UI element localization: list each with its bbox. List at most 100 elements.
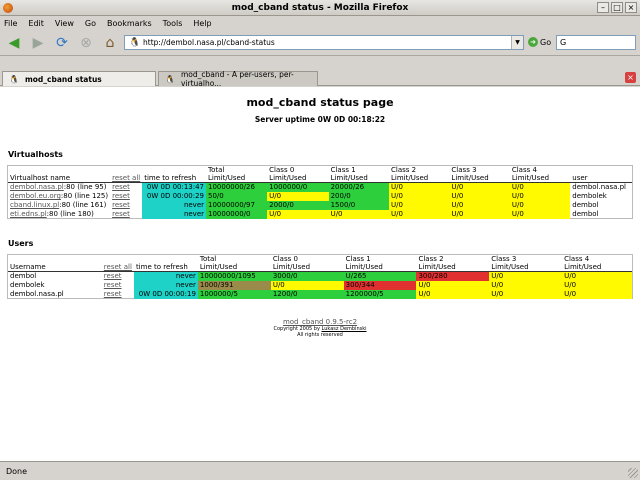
search-input[interactable]: G bbox=[556, 35, 636, 50]
class0-cell: 1000000/0 bbox=[267, 182, 329, 192]
col-header-virtualhost: Virtualhost name bbox=[8, 166, 111, 183]
home-icon[interactable]: ⌂ bbox=[100, 33, 120, 53]
reload-icon[interactable]: ⟳ bbox=[52, 33, 72, 53]
page-title: mod_cband status page bbox=[246, 96, 394, 109]
class0-cell: U/0 bbox=[267, 210, 329, 219]
virtualhosts-table: Virtualhost name reset all time to refre… bbox=[8, 166, 632, 219]
class3-cell: U/0 bbox=[489, 271, 563, 281]
virtualhost-link[interactable]: eti.edns.pl bbox=[10, 210, 47, 218]
class1-cell: U/265 bbox=[343, 271, 417, 281]
class4-cell: U/0 bbox=[509, 182, 571, 192]
maximize-button[interactable]: □ bbox=[611, 2, 623, 13]
col-header-total: Total Limit/Used bbox=[197, 255, 271, 272]
server-uptime: Server uptime 0W 0D 00:18:22 bbox=[254, 115, 386, 124]
class3-cell: U/0 bbox=[449, 201, 510, 210]
table-header: Username reset all time to refresh Total… bbox=[8, 255, 632, 272]
forward-arrow-icon[interactable]: ▶ bbox=[28, 33, 48, 53]
minimize-button[interactable]: – bbox=[597, 2, 609, 13]
class0-cell: 2000/0 bbox=[267, 201, 329, 210]
class0-cell: 3000/0 bbox=[270, 271, 344, 281]
reset-link[interactable]: reset bbox=[112, 201, 130, 209]
menu-go[interactable]: Go bbox=[85, 19, 96, 28]
class1-cell: 300/344 bbox=[343, 281, 417, 290]
menu-view[interactable]: View bbox=[55, 19, 74, 28]
username-cell: dembolek bbox=[10, 281, 45, 289]
total-cell: 10000000/1095 bbox=[197, 271, 271, 281]
reset-all-link[interactable]: reset all bbox=[112, 174, 140, 182]
class0-cell: U/0 bbox=[267, 192, 329, 201]
tab-cband-status[interactable]: 🐧 mod_cband status bbox=[2, 71, 156, 86]
total-cell: 10000000/26 bbox=[206, 182, 268, 192]
reset-link[interactable]: reset bbox=[104, 272, 122, 280]
refresh-time: never bbox=[133, 271, 198, 281]
menu-edit[interactable]: Edit bbox=[28, 19, 44, 28]
col-header-class4: Class 4 Limit/Used bbox=[509, 166, 571, 183]
mod-cband-link[interactable]: mod_cband 0.9.5-rc2 bbox=[283, 318, 357, 326]
col-header-class0: Class 0 Limit/Used bbox=[267, 166, 329, 183]
reset-link[interactable]: reset bbox=[112, 192, 130, 200]
col-header-total: Total Limit/Used bbox=[206, 166, 268, 183]
total-cell: 10000000/0 bbox=[206, 210, 268, 219]
col-header-class1: Class 1 Limit/Used bbox=[343, 255, 417, 272]
menu-bar: File Edit View Go Bookmarks Tools Help bbox=[0, 16, 640, 30]
resize-grip-icon[interactable] bbox=[628, 468, 638, 478]
menu-tools[interactable]: Tools bbox=[163, 19, 183, 28]
status-bar: Done bbox=[0, 462, 640, 480]
class4-cell: U/0 bbox=[509, 210, 571, 219]
reset-link[interactable]: reset bbox=[104, 290, 122, 298]
stop-icon[interactable]: ⊗ bbox=[76, 33, 96, 53]
menu-file[interactable]: File bbox=[4, 19, 17, 28]
col-header-class2: Class 2 Limit/Used bbox=[389, 166, 450, 183]
col-header-user: user bbox=[570, 166, 632, 183]
class2-cell: U/0 bbox=[389, 210, 450, 219]
table-row: eti.edns.pl:80 (line 180) reset never 10… bbox=[8, 210, 632, 219]
col-header-class0: Class 0 Limit/Used bbox=[270, 255, 344, 272]
go-button[interactable]: ➜ Go bbox=[528, 37, 551, 47]
table-row: dembol.eu.org:80 (line 125) reset 0W 0D … bbox=[8, 192, 632, 201]
col-header-class3: Class 3 Limit/Used bbox=[449, 166, 510, 183]
url-dropdown-icon[interactable]: ▼ bbox=[511, 36, 523, 49]
window-title: mod_cband status - Mozilla Firefox bbox=[231, 2, 409, 13]
users-heading: Users bbox=[8, 239, 34, 248]
class1-cell: 1500/0 bbox=[328, 201, 389, 210]
virtualhost-link[interactable]: dembol.nasa.pl bbox=[10, 183, 64, 191]
refresh-time: never bbox=[142, 210, 207, 219]
class3-cell: U/0 bbox=[449, 210, 510, 219]
class4-cell: U/0 bbox=[562, 271, 632, 281]
class4-cell: U/0 bbox=[509, 201, 571, 210]
user-cell: dembolek bbox=[572, 192, 607, 200]
col-header-refresh: time to refresh bbox=[142, 166, 207, 183]
url-bar[interactable]: 🐧 http://dembol.nasa.pl/cband-status ▼ bbox=[124, 35, 524, 50]
col-header-class4: Class 4 Limit/Used bbox=[562, 255, 632, 272]
virtualhost-link[interactable]: cband.linux.pl bbox=[10, 201, 59, 209]
url-text[interactable]: http://dembol.nasa.pl/cband-status bbox=[143, 38, 275, 47]
close-tab-icon[interactable]: × bbox=[625, 72, 636, 83]
refresh-time: never bbox=[142, 201, 207, 210]
reset-link[interactable]: reset bbox=[112, 183, 130, 191]
class2-cell: U/0 bbox=[389, 201, 450, 210]
page-content: mod_cband status page Server uptime 0W 0… bbox=[0, 87, 640, 462]
class2-cell: U/0 bbox=[389, 192, 450, 201]
virtualhost-link[interactable]: dembol.eu.org bbox=[10, 192, 61, 200]
user-cell: dembol bbox=[572, 210, 599, 218]
user-cell: dembol.nasa.pl bbox=[572, 183, 627, 191]
menu-bookmarks[interactable]: Bookmarks bbox=[107, 19, 152, 28]
close-window-button[interactable]: × bbox=[625, 2, 637, 13]
class3-cell: U/0 bbox=[489, 290, 563, 299]
navigation-toolbar: ◀ ▶ ⟳ ⊗ ⌂ 🐧 http://dembol.nasa.pl/cband-… bbox=[0, 30, 640, 56]
reset-all-link[interactable]: reset all bbox=[104, 263, 132, 271]
menu-help[interactable]: Help bbox=[193, 19, 211, 28]
user-cell: dembol bbox=[572, 201, 599, 209]
class2-cell: U/0 bbox=[416, 281, 490, 290]
col-header-class2: Class 2 Limit/Used bbox=[416, 255, 490, 272]
class3-cell: U/0 bbox=[449, 182, 510, 192]
reset-link[interactable]: reset bbox=[112, 210, 130, 218]
total-cell: 50/0 bbox=[206, 192, 268, 201]
table-header: Virtualhost name reset all time to refre… bbox=[8, 166, 632, 183]
reset-link[interactable]: reset bbox=[104, 281, 122, 289]
tab-cband-docs[interactable]: 🐧 mod_cband - A per-users, per-virtualho… bbox=[158, 70, 318, 88]
class0-cell: U/0 bbox=[270, 281, 344, 290]
back-arrow-icon[interactable]: ◀ bbox=[4, 33, 24, 53]
rights-text: All rights reserved bbox=[297, 332, 343, 338]
class0-cell: 1200/0 bbox=[270, 290, 344, 299]
